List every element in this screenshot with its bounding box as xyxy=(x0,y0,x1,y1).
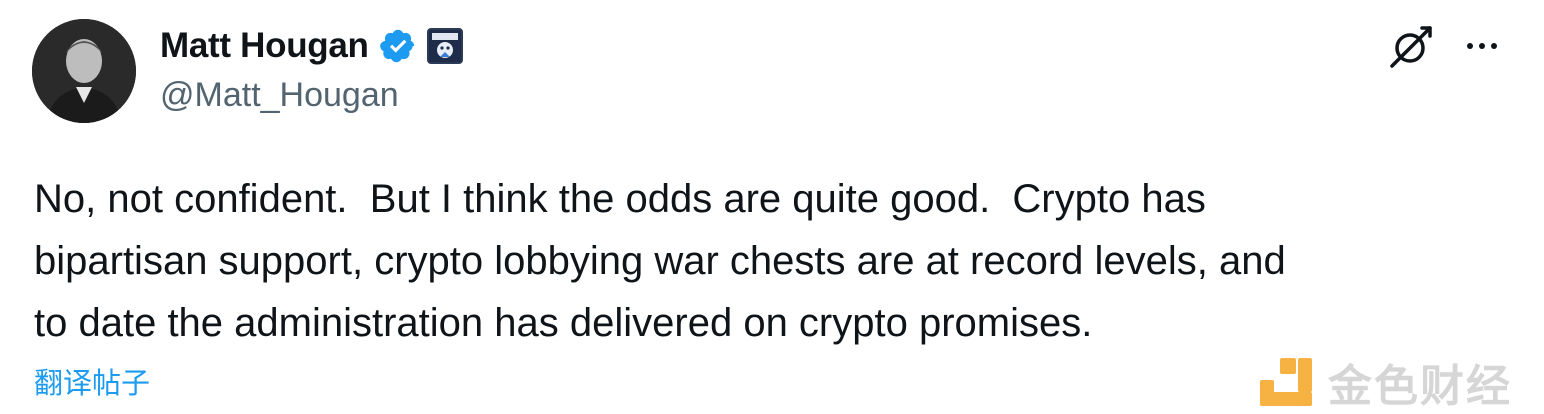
watermark-text: 金色财经 xyxy=(1328,361,1512,412)
author-handle[interactable]: @Matt_Hougan xyxy=(160,76,399,115)
translate-post-link[interactable]: 翻译帖子 xyxy=(34,360,150,402)
author-name-row: Matt Hougan xyxy=(160,24,463,68)
grok-icon[interactable] xyxy=(1388,22,1436,70)
tweet-card: Matt Hougan @Matt_Hougan No, not confide… xyxy=(0,0,1544,414)
tweet-text: No, not confident. But I think the odds … xyxy=(34,177,1286,345)
avatar[interactable] xyxy=(32,19,136,123)
affiliate-badge-icon[interactable] xyxy=(426,28,463,64)
watermark: 金色财经 xyxy=(1258,350,1512,414)
watermark-logo-icon xyxy=(1260,358,1312,406)
verified-badge-icon[interactable] xyxy=(379,27,417,65)
author-display-name[interactable]: Matt Hougan xyxy=(160,26,369,66)
more-options-icon[interactable] xyxy=(1458,28,1506,64)
avatar-photo xyxy=(32,19,136,123)
